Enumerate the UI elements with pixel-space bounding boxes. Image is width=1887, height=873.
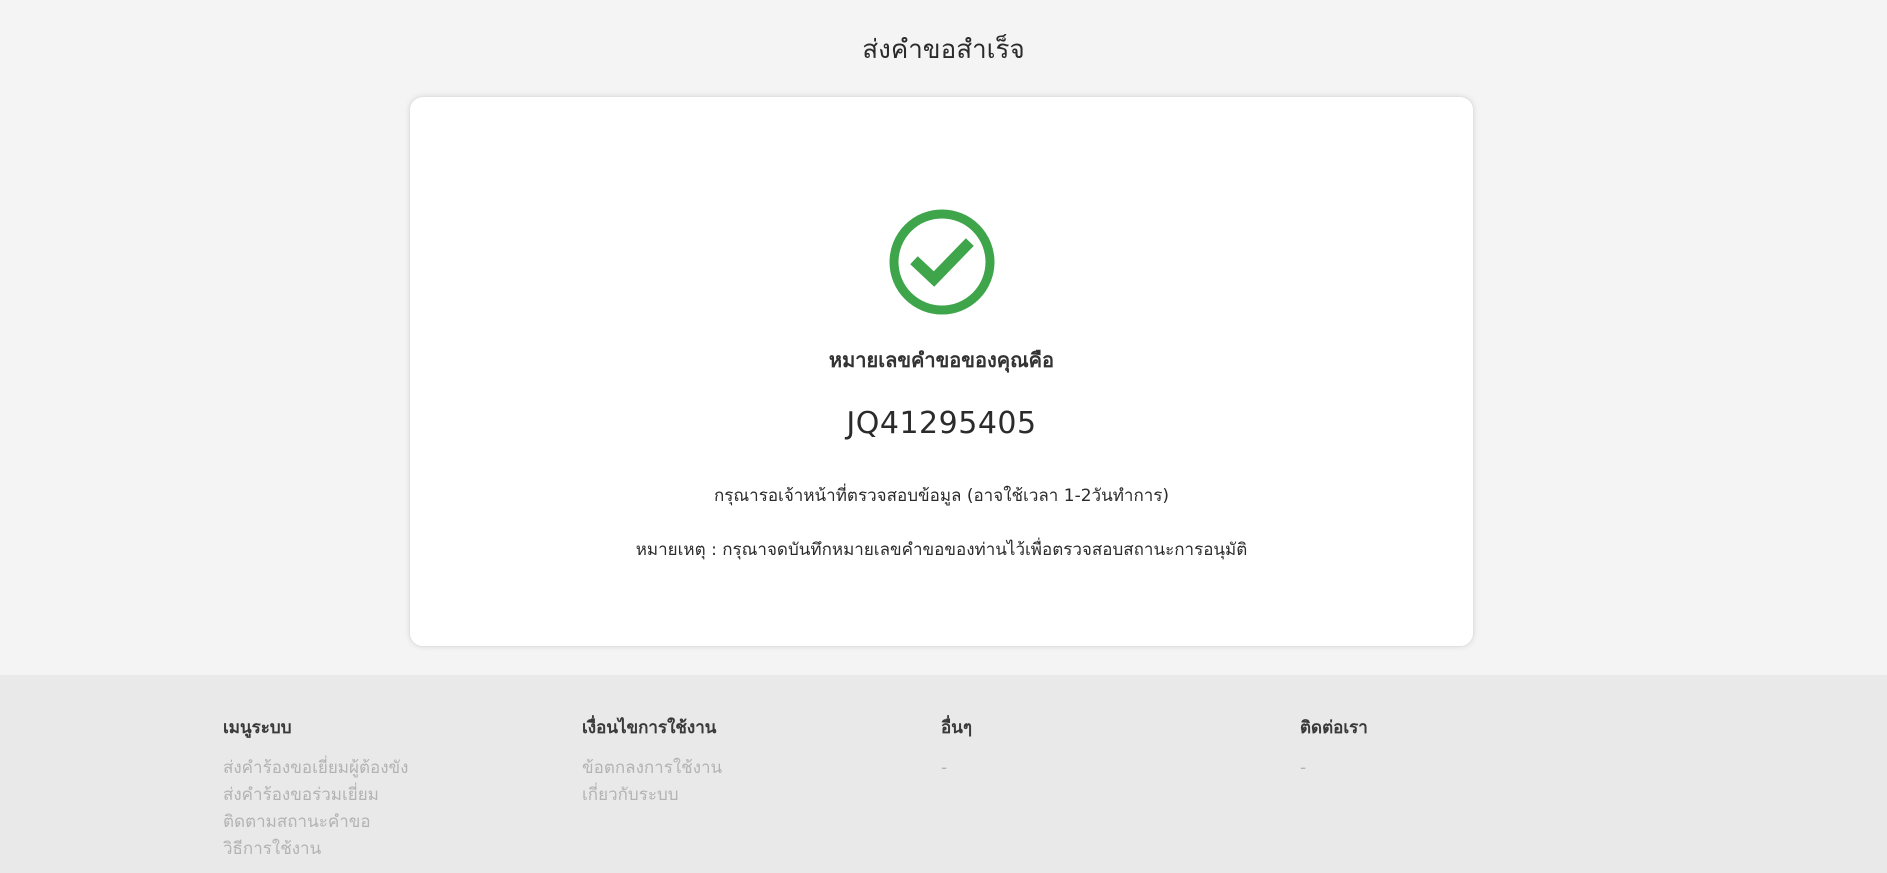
footer-others-placeholder: - (941, 758, 948, 778)
footer-list-others: - (941, 755, 1281, 782)
page-title: ส่งคำขอสำเร็จ (862, 35, 1025, 65)
footer-heading-contact: ติดต่อเรา (1300, 718, 1368, 738)
footer: เมนูระบบ ส่งคำร้องขอเยี่ยมผู้ต้องขัง ส่ง… (0, 675, 1887, 873)
page: ส่งคำขอสำเร็จ หมายเลขคำขอของคุณคือ JQ412… (0, 0, 1887, 873)
footer-link-terms-of-use[interactable]: ข้อตกลงการใช้งาน (582, 755, 922, 782)
request-number: JQ41295405 (846, 406, 1037, 441)
footer-column-terms: เงื่อนไขการใช้งาน ข้อตกลงการใช้งาน เกี่ย… (582, 715, 922, 809)
footer-column-contact: ติดต่อเรา - (1300, 715, 1640, 782)
footer-link-submit-visit-request[interactable]: ส่งคำร้องขอเยี่ยมผู้ต้องขัง (223, 755, 563, 782)
footer-list-contact: - (1300, 755, 1640, 782)
footer-column-system-menu: เมนูระบบ ส่งคำร้องขอเยี่ยมผู้ต้องขัง ส่ง… (223, 715, 563, 863)
footer-heading-terms: เงื่อนไขการใช้งาน (582, 718, 717, 738)
request-number-label: หมายเลขคำขอของคุณคือ (828, 348, 1055, 372)
footer-list-system-menu: ส่งคำร้องขอเยี่ยมผู้ต้องขัง ส่งคำร้องขอร… (223, 755, 563, 863)
footer-link-submit-join-visit-request[interactable]: ส่งคำร้องขอร่วมเยี่ยม (223, 782, 563, 809)
footer-contact-placeholder: - (1300, 758, 1307, 778)
check-circle-icon (889, 209, 995, 315)
footer-link-how-to-use[interactable]: วิธีการใช้งาน (223, 836, 563, 863)
footer-heading-others: อื่นๆ (941, 718, 972, 738)
footer-column-others: อื่นๆ - (941, 715, 1281, 782)
footer-list-terms: ข้อตกลงการใช้งาน เกี่ยวกับระบบ (582, 755, 922, 809)
footer-link-about-system[interactable]: เกี่ยวกับระบบ (582, 782, 922, 809)
main-content: ส่งคำขอสำเร็จ หมายเลขคำขอของคุณคือ JQ412… (0, 0, 1887, 675)
note-message: หมายเหตุ : กรุณาจดบันทึกหมายเลขคำขอของท่… (635, 540, 1248, 560)
footer-heading-system-menu: เมนูระบบ (223, 718, 292, 738)
wait-message: กรุณารอเจ้าหน้าที่ตรวจสอบข้อมูล (อาจใช้เ… (713, 486, 1170, 506)
success-card: หมายเลขคำขอของคุณคือ JQ41295405 กรุณารอเ… (409, 96, 1474, 647)
footer-link-track-request-status[interactable]: ติดตามสถานะคำขอ (223, 809, 563, 836)
